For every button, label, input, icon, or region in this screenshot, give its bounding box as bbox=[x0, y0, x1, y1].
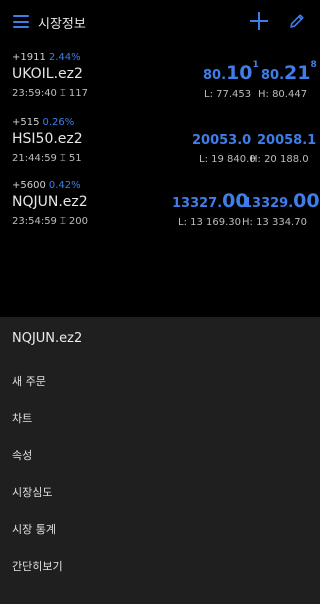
symbol-name: HSI50.ez2 bbox=[12, 131, 83, 147]
symbol-name: UKOIL.ez2 bbox=[12, 66, 83, 82]
ask-price: 20058.1 bbox=[257, 133, 317, 148]
low-price: L: 77.453 bbox=[204, 89, 252, 100]
pencil-icon[interactable] bbox=[288, 12, 306, 30]
ask-price: 80.218 bbox=[261, 60, 317, 84]
menu-item-simple-view[interactable]: 간단히보기 bbox=[12, 558, 63, 574]
bid-price: 80.101 bbox=[203, 60, 259, 84]
high-price: H: 80.447 bbox=[258, 89, 308, 100]
change-percent: 0.42% bbox=[48, 180, 81, 191]
quote-row[interactable]: +515 0.26% HSI50.ez2 21:44:59 ⌶ 51 20053.0 … bbox=[0, 117, 320, 177]
bid-price: 13327.00 bbox=[172, 190, 249, 212]
ask-price: 13329.00 bbox=[243, 190, 320, 212]
spread-icon: ⌶ bbox=[59, 88, 66, 99]
quote-meta: 21:44:59 ⌶ 51 bbox=[12, 153, 82, 164]
spread-icon: ⌶ bbox=[59, 216, 66, 227]
change-value: +1911 2.44% bbox=[12, 52, 81, 63]
low-price: L: 19 840.0 bbox=[199, 154, 256, 165]
menu-item-new-order[interactable]: 새 주문 bbox=[12, 373, 46, 389]
page-title: 시장정보 bbox=[38, 17, 86, 32]
plus-icon[interactable] bbox=[250, 12, 268, 30]
low-price: L: 13 169.30 bbox=[178, 217, 242, 228]
quote-row[interactable]: +5600 0.42% NQJUN.ez2 23:54:59 ⌶ 200 13327.… bbox=[0, 180, 320, 240]
change-percent: 2.44% bbox=[48, 52, 81, 63]
change-value: +5600 0.42% bbox=[12, 180, 81, 191]
menu-item-properties[interactable]: 속성 bbox=[12, 447, 32, 463]
symbol-name: NQJUN.ez2 bbox=[12, 194, 88, 210]
quote-row[interactable]: +1911 2.44% UKOIL.ez2 23:59:40 ⌶ 117 80.101… bbox=[0, 52, 320, 112]
sheet-title: NQJUN.ez2 bbox=[12, 331, 83, 346]
context-menu-sheet: NQJUN.ez2 새 주문 차트 속성 시장심도 시장 통계 간단히보기 bbox=[0, 317, 320, 604]
quote-meta: 23:59:40 ⌶ 117 bbox=[12, 88, 89, 99]
menu-item-chart[interactable]: 차트 bbox=[12, 410, 32, 426]
top-app-bar: 시장정보 bbox=[0, 0, 320, 44]
change-value: +515 0.26% bbox=[12, 117, 75, 128]
bid-price: 20053.0 bbox=[192, 133, 252, 148]
menu-item-market-depth[interactable]: 시장심도 bbox=[12, 484, 52, 500]
spread-icon: ⌶ bbox=[59, 153, 66, 164]
high-price: H: 13 334.70 bbox=[242, 217, 307, 228]
high-price: H: 20 188.0 bbox=[250, 154, 309, 165]
menu-icon[interactable] bbox=[13, 15, 29, 28]
menu-item-market-statistics[interactable]: 시장 통계 bbox=[12, 521, 56, 537]
change-percent: 0.26% bbox=[42, 117, 75, 128]
quote-meta: 23:54:59 ⌶ 200 bbox=[12, 216, 89, 227]
